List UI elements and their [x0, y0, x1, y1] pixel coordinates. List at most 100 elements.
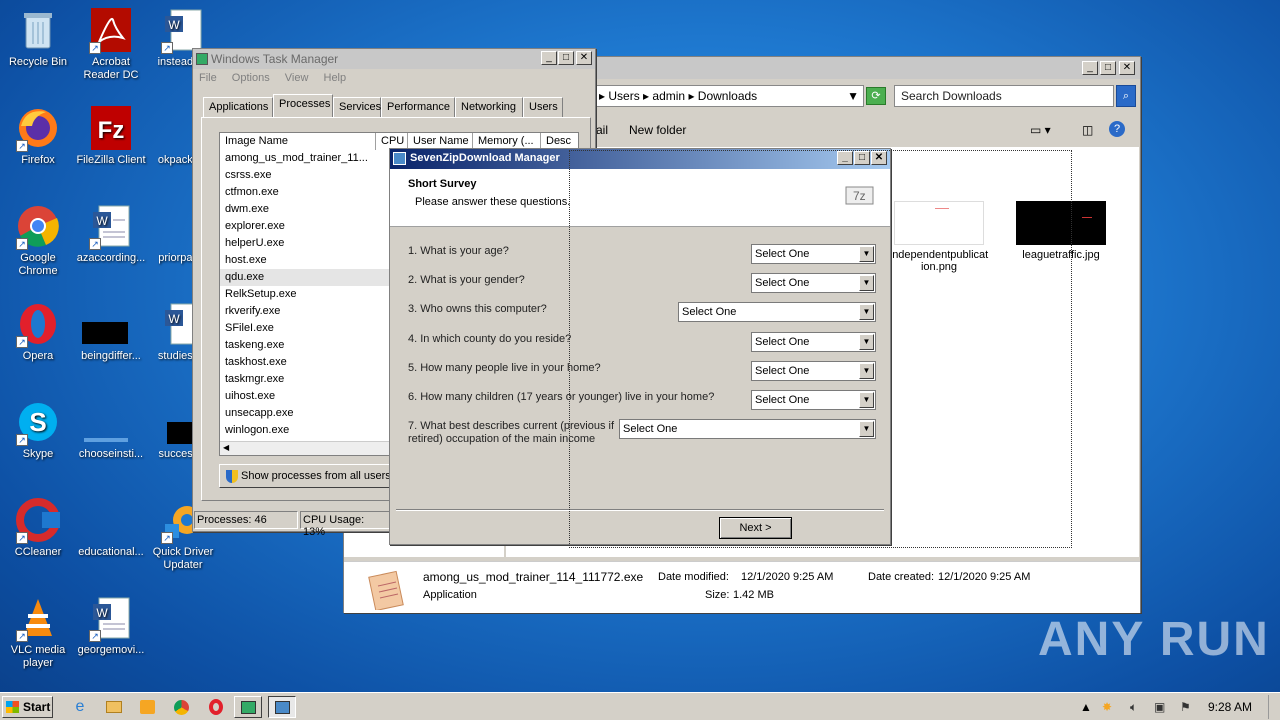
flag-icon[interactable]: ⚑	[1180, 696, 1191, 718]
tab-processes[interactable]: Processes	[273, 94, 333, 117]
icon-label: Recycle Bin	[8, 56, 68, 68]
modified-label: Date modified:	[658, 571, 729, 583]
icon-label: Firefox	[21, 154, 55, 166]
system-tray: ▲ ✸ 🔈︎ ▣ ⚑ 9:28 AM	[1074, 696, 1278, 718]
chrome-icon[interactable]: ↗ Google Chrome	[0, 204, 76, 278]
preview-pane-icon[interactable]: ◫	[1082, 117, 1093, 143]
recycle-bin-icon[interactable]: Recycle Bin	[0, 8, 76, 69]
col-image-name[interactable]: Image Name	[220, 133, 376, 150]
chrome-icon[interactable]	[168, 696, 196, 718]
question-label: 1. What is your age?	[408, 245, 509, 257]
icon-label: chooseinsti...	[78, 448, 144, 460]
tray-app-icon[interactable]: ✸	[1102, 696, 1112, 718]
maximize-button[interactable]: □	[558, 51, 574, 65]
icon-label: beingdiffer...	[81, 350, 141, 362]
blank-file-icon[interactable]: chooseinsti...	[73, 400, 149, 461]
search-icon[interactable]: ⌕	[1116, 85, 1136, 107]
size-value: 1.42 MB	[733, 589, 774, 601]
minimize-button[interactable]: _	[1082, 61, 1098, 75]
filezilla-icon[interactable]: Fz FileZilla Client	[73, 106, 149, 167]
ie-icon[interactable]: e	[66, 696, 94, 718]
icon-label: FileZilla Client	[76, 154, 146, 166]
chevron-up-icon[interactable]: ▲	[1080, 696, 1092, 718]
search-input[interactable]: Search Downloads	[894, 85, 1114, 107]
app-icon	[393, 152, 406, 165]
view-icon[interactable]: ▭ ▾	[1030, 117, 1051, 143]
word-doc-icon[interactable]: W ↗ georgemovi...	[73, 596, 149, 657]
start-button[interactable]: Start	[2, 696, 53, 718]
survey-taskbar-icon[interactable]	[268, 696, 296, 718]
show-all-label: Show processes from all users	[241, 470, 391, 482]
breadcrumb-item[interactable]: Users	[608, 89, 639, 103]
svg-text:W: W	[168, 18, 180, 32]
tab-users[interactable]: Users	[523, 97, 563, 117]
survey-subheading: Please answer these questions.	[415, 196, 571, 208]
icon-label: azaccording...	[76, 252, 146, 264]
black-file-icon[interactable]: beingdiffer...	[73, 302, 149, 363]
maximize-button[interactable]: □	[1100, 61, 1116, 75]
icon-label: Acrobat Reader DC	[83, 56, 139, 81]
email-button[interactable]: ail	[596, 117, 608, 143]
question-label: 2. What is your gender?	[408, 274, 525, 286]
question-label: 3. Who owns this computer?	[408, 303, 547, 315]
icon-label: Google Chrome	[18, 252, 58, 277]
task-manager-taskbar-icon[interactable]	[234, 696, 262, 718]
skype-icon[interactable]: S ↗ Skype	[0, 400, 76, 461]
ccleaner-icon[interactable]: ↗ CCleaner	[0, 498, 76, 559]
refresh-button[interactable]: ⟳	[866, 87, 886, 105]
survey-heading: Short Survey	[408, 178, 477, 190]
tab-strip: Applications Processes Services Performa…	[201, 94, 591, 117]
icon-label: educational...	[78, 546, 144, 558]
icon-label: VLC media player	[10, 644, 66, 669]
tab-services[interactable]: Services	[333, 97, 381, 117]
address-bar[interactable]: ▸ Users ▸ admin ▸ Downloads ▼	[594, 85, 864, 107]
new-folder-button[interactable]: New folder	[629, 117, 686, 143]
selection-rectangle	[569, 150, 1072, 548]
details-filename: among_us_mod_trainer_114_111772.exe	[423, 570, 644, 584]
volume-icon[interactable]: 🔈︎	[1130, 696, 1137, 718]
menu-help[interactable]: Help	[324, 72, 347, 84]
tab-networking[interactable]: Networking	[455, 97, 523, 117]
breadcrumb-sep: ▸	[688, 89, 698, 103]
task-manager-icon	[196, 53, 208, 65]
minimize-button[interactable]: _	[541, 51, 557, 65]
opera-icon[interactable]: ↗ Opera	[0, 302, 76, 363]
close-button[interactable]: ✕	[1119, 61, 1135, 75]
menu-view[interactable]: View	[285, 72, 309, 84]
firefox-icon[interactable]: ↗ Firefox	[0, 106, 76, 167]
show-desktop-button[interactable]	[1268, 695, 1278, 719]
details-pane: among_us_mod_trainer_114_111772.exe Appl…	[344, 561, 1140, 613]
menu-file[interactable]: File	[199, 72, 217, 84]
task-manager-titlebar[interactable]: Windows Task Manager _ □ ✕	[193, 49, 595, 69]
taskbar: Start e ▲ ✸ 🔈︎ ▣ ⚑ 9:28 AM	[0, 692, 1280, 720]
icon-label: Skype	[22, 448, 54, 460]
acrobat-icon[interactable]: ↗ Acrobat Reader DC	[73, 8, 149, 82]
media-player-icon[interactable]	[134, 696, 162, 718]
window-title: Windows Task Manager	[211, 52, 339, 66]
breadcrumb-item[interactable]: admin	[652, 89, 685, 103]
word-doc-icon[interactable]: W ↗ azaccording...	[73, 204, 149, 265]
vlc-icon[interactable]: ↗ VLC media player	[0, 596, 76, 670]
network-icon[interactable]: ▣	[1154, 696, 1165, 718]
tab-performance[interactable]: Performance	[381, 97, 455, 117]
svg-text:S: S	[29, 407, 46, 437]
blank-file-icon[interactable]: educational...	[73, 498, 149, 559]
question-label: 4. In which county do you reside?	[408, 333, 572, 345]
svg-text:W: W	[168, 312, 180, 326]
tab-applications[interactable]: Applications	[203, 97, 273, 117]
explorer-icon[interactable]	[100, 696, 128, 718]
help-icon[interactable]: ?	[1109, 121, 1125, 137]
icon-label: Opera	[22, 350, 54, 362]
clock[interactable]: 9:28 AM	[1208, 696, 1252, 718]
breadcrumb-item[interactable]: Downloads	[698, 89, 757, 103]
svg-text:W: W	[96, 214, 108, 228]
show-all-processes-button[interactable]: Show processes from all users	[219, 464, 394, 488]
close-button[interactable]: ✕	[576, 51, 592, 65]
opera-icon[interactable]	[202, 696, 230, 718]
menu-options[interactable]: Options	[232, 72, 270, 84]
breadcrumb-sep: ▸	[643, 89, 653, 103]
svg-text:Fz: Fz	[98, 117, 125, 144]
status-processes: Processes: 46	[194, 511, 298, 529]
chevron-down-icon[interactable]: ▼	[847, 86, 859, 106]
created-label: Date created:	[868, 571, 935, 583]
